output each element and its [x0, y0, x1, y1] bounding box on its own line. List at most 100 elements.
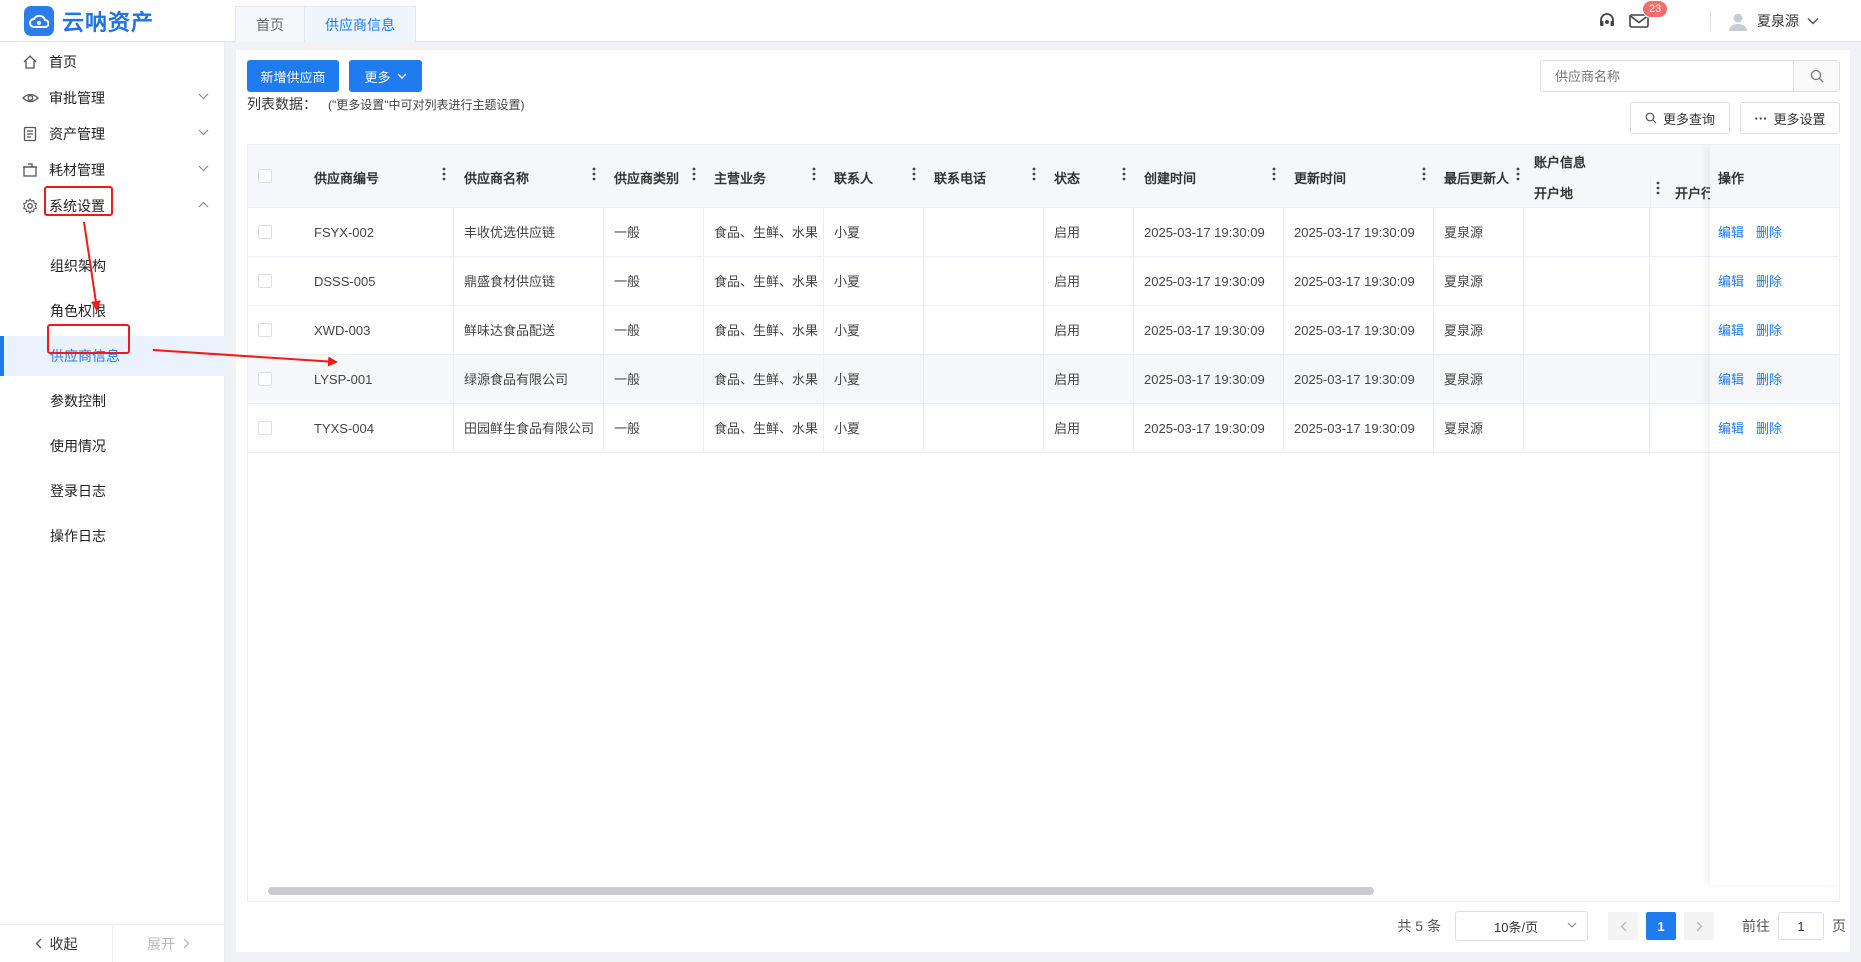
column-menu-icon[interactable] [692, 167, 696, 181]
table-cell-phone [924, 306, 1044, 355]
column-menu-icon[interactable] [912, 167, 916, 181]
column-menu-icon[interactable] [1122, 167, 1126, 181]
table-cell-code: DSSS-005 [304, 257, 454, 306]
column-header-updater[interactable]: 最后更新人 [1434, 145, 1524, 208]
edit-link[interactable]: 编辑 [1718, 323, 1744, 338]
page-size-select[interactable]: 10条/页 [1455, 911, 1588, 941]
row-checkbox[interactable] [258, 274, 272, 288]
highlight-box-system-settings [44, 186, 113, 216]
more-dropdown-button[interactable]: 更多 [349, 60, 422, 92]
table-row[interactable]: XWD-003 鲜味达食品配送 一般 食品、生鲜、水果 小夏 启用 2025-03-17 1… [248, 306, 1839, 355]
column-header-business[interactable]: 主营业务 [704, 145, 824, 208]
sidebar-subitem-usage[interactable]: 使用情况 [0, 426, 225, 466]
edit-link[interactable]: 编辑 [1718, 421, 1744, 436]
table-cell-updated: 2025-03-17 19:30:09 [1284, 306, 1434, 355]
app-logo[interactable]: 云呐资产 [24, 5, 154, 37]
column-header-label: 联系人 [834, 171, 874, 186]
column-header-label[interactable]: 开户行 [1675, 183, 1714, 202]
sidebar-footer: 收起 展开 [0, 924, 225, 962]
sidebar-item-home[interactable]: 首页 [0, 44, 225, 80]
goto-page-input[interactable]: 1 [1778, 912, 1824, 940]
sidebar-item-consumables[interactable]: 耗材管理 [0, 152, 225, 188]
column-header-contact[interactable]: 联系人 [824, 145, 924, 208]
prev-page-button[interactable] [1608, 912, 1638, 940]
table-cell-category: 一般 [604, 306, 704, 355]
table-row[interactable]: LYSP-001 绿源食品有限公司 一般 食品、生鲜、水果 小夏 启用 2025-03-17… [248, 355, 1839, 404]
expand-button[interactable]: 展开 [112, 925, 224, 962]
table-cell [1524, 306, 1650, 355]
column-header-code[interactable]: 供应商编号 [304, 145, 454, 208]
delete-link[interactable]: 删除 [1756, 421, 1782, 436]
fixed-operations-column: 操作 编辑 删除 编辑 删除 编辑 删除 编辑 删除 编辑 删除 [1710, 145, 1839, 885]
column-menu-icon[interactable] [592, 167, 596, 181]
table-cell-contact: 小夏 [824, 355, 924, 404]
table-cell-updated: 2025-03-17 19:30:09 [1284, 355, 1434, 404]
search-input[interactable] [1541, 61, 1793, 91]
column-header-status[interactable]: 状态 [1044, 145, 1134, 208]
row-checkbox[interactable] [258, 323, 272, 337]
row-checkbox[interactable] [258, 421, 272, 435]
table-cell-code: FSYX-002 [304, 208, 454, 257]
sidebar-subitem-params[interactable]: 参数控制 [0, 381, 225, 421]
horizontal-scrollbar[interactable] [268, 887, 1374, 895]
table-cell-status: 启用 [1044, 306, 1134, 355]
column-header-phone[interactable]: 联系电话 [924, 145, 1044, 208]
search-icon [1645, 112, 1657, 124]
column-menu-icon[interactable] [1272, 167, 1276, 181]
column-header-name[interactable]: 供应商名称 [454, 145, 604, 208]
sidebar-item-assets[interactable]: 资产管理 [0, 116, 225, 152]
search-button[interactable] [1793, 61, 1839, 91]
column-menu-icon[interactable] [1516, 167, 1520, 181]
column-menu-icon[interactable] [1422, 167, 1426, 181]
tab-supplier-info[interactable]: 供应商信息 [304, 6, 416, 42]
page-size-value: 10条/页 [1494, 919, 1539, 935]
edit-link[interactable]: 编辑 [1718, 225, 1744, 240]
table-cell [1524, 208, 1650, 257]
mail-icon[interactable]: 23 [1628, 0, 1669, 32]
column-menu-icon[interactable] [1032, 167, 1036, 181]
column-header-category[interactable]: 供应商类别 [604, 145, 704, 208]
column-menu-icon[interactable] [812, 167, 816, 181]
column-header-created[interactable]: 创建时间 [1134, 145, 1284, 208]
delete-link[interactable]: 删除 [1756, 225, 1782, 240]
next-page-button[interactable] [1684, 912, 1714, 940]
total-count: 共 5 条 [1397, 918, 1441, 934]
tab-home[interactable]: 首页 [235, 6, 305, 42]
row-checkbox[interactable] [258, 225, 272, 239]
more-query-button[interactable]: 更多查询 [1630, 102, 1730, 134]
row-actions: 编辑 删除 [1710, 257, 1839, 306]
table-row[interactable]: DSSS-005 鼎盛食材供应链 一般 食品、生鲜、水果 小夏 启用 2025-03-17 … [248, 257, 1839, 306]
edit-link[interactable]: 编辑 [1718, 274, 1744, 289]
delete-link[interactable]: 删除 [1756, 323, 1782, 338]
supplier-table: 供应商编号 供应商名称 供应商类别 主营业务 联系人 联系电话 状态 创建时间 … [247, 144, 1840, 902]
table-row[interactable]: TYXS-004 田园鲜生食品有限公司 一般 食品、生鲜、水果 小夏 启用 2025-03-… [248, 404, 1839, 453]
table-cell-created: 2025-03-17 19:30:09 [1134, 306, 1284, 355]
more-settings-button[interactable]: ··· 更多设置 [1740, 102, 1840, 134]
username[interactable]: 夏泉源 [1757, 11, 1799, 31]
headset-icon[interactable] [1596, 10, 1618, 32]
sidebar: 首页 审批管理 资产管理 耗材管理 系统设置 组织架构 角色权限 供应商信息 参… [0, 42, 225, 962]
table-cell-name: 鼎盛食材供应链 [454, 257, 604, 306]
sidebar-subitem-org[interactable]: 组织架构 [0, 246, 225, 286]
delete-link[interactable]: 删除 [1756, 274, 1782, 289]
column-menu-icon[interactable] [442, 167, 446, 181]
row-checkbox[interactable] [258, 372, 272, 386]
collapse-button[interactable]: 收起 [0, 925, 112, 962]
select-all-checkbox[interactable] [258, 169, 272, 183]
chevron-down-icon[interactable] [1807, 17, 1819, 25]
table-row[interactable]: FSYX-002 丰收优选供应链 一般 食品、生鲜、水果 小夏 启用 2025-03-17 … [248, 208, 1839, 257]
table-cell-name: 绿源食品有限公司 [454, 355, 604, 404]
column-header-label[interactable]: 开户地 [1534, 183, 1573, 202]
table-cell-updater: 夏泉源 [1434, 257, 1524, 306]
page-number-current[interactable]: 1 [1646, 912, 1676, 940]
sidebar-subitem-label: 操作日志 [50, 528, 106, 544]
column-header-updated[interactable]: 更新时间 [1284, 145, 1434, 208]
sidebar-subitem-login-log[interactable]: 登录日志 [0, 471, 225, 511]
delete-link[interactable]: 删除 [1756, 372, 1782, 387]
sidebar-subitem-operation-log[interactable]: 操作日志 [0, 516, 225, 556]
add-supplier-button[interactable]: 新增供应商 [247, 60, 339, 92]
edit-link[interactable]: 编辑 [1718, 372, 1744, 387]
column-menu-icon[interactable] [1656, 181, 1660, 195]
sidebar-item-approval[interactable]: 审批管理 [0, 80, 225, 116]
user-avatar-icon[interactable] [1727, 10, 1749, 32]
